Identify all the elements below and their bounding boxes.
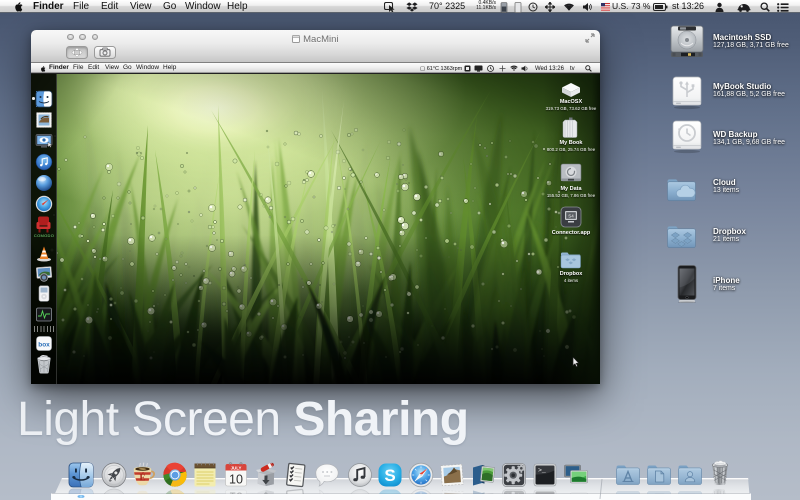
svg-text:box: box: [38, 342, 50, 349]
svg-text:S: S: [384, 466, 395, 485]
svg-text:JULY: JULY: [230, 466, 241, 471]
svg-text:10: 10: [229, 473, 243, 487]
svg-text:S: S: [384, 491, 395, 494]
svg-text:10: 10: [229, 490, 243, 495]
svg-text:É: É: [139, 472, 145, 482]
svg-text:S4: S4: [568, 214, 574, 219]
svg-text:>_: >_: [538, 467, 546, 474]
